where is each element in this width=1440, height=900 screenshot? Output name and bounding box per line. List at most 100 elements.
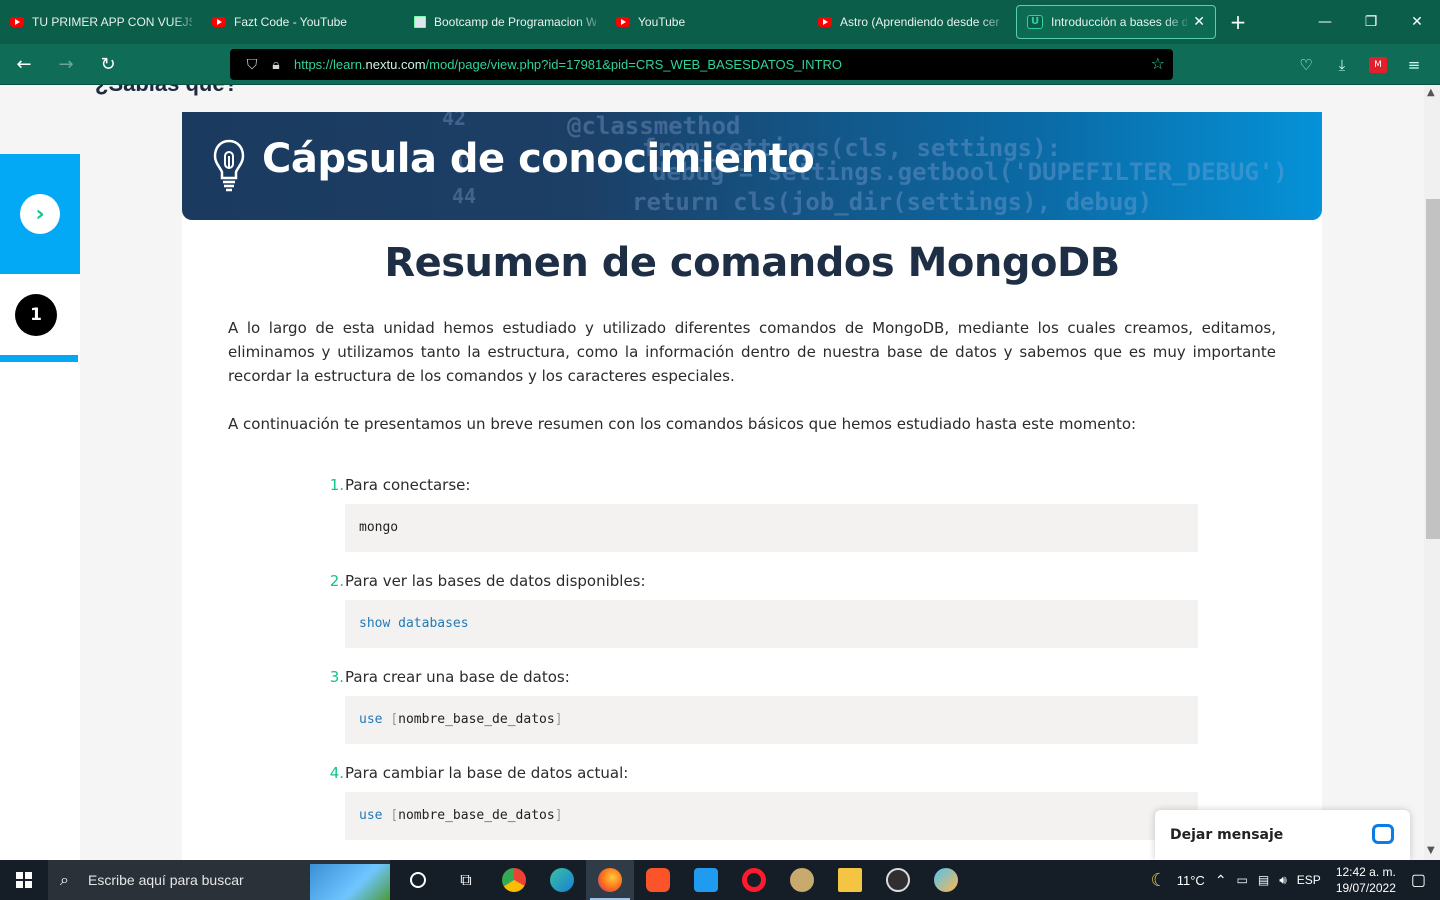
chevron-up-icon[interactable]: ⌃ — [1210, 872, 1232, 889]
tab-label: Bootcamp de Programacion W — [434, 15, 596, 29]
browser-nav-bar: ← → ↻ ⛉ 🔒︎ https://learn.nextu.com/mod/p… — [0, 44, 1440, 85]
browser-tab[interactable]: Astro (Aprendiendo desde cero — [808, 5, 1010, 39]
chevron-right-icon: › — [20, 194, 60, 234]
tab-label: Astro (Aprendiendo desde cero — [840, 15, 1000, 29]
banner-title: Cápsula de conocimiento — [262, 136, 815, 182]
brave-icon[interactable] — [634, 860, 682, 900]
list-number: 4. — [329, 764, 344, 782]
document-icon — [414, 16, 426, 28]
clock-time: 12:42 a. m. — [1335, 865, 1396, 879]
chat-widget[interactable]: Dejar mensaje — [1155, 810, 1410, 860]
tab-label: TU PRIMER APP CON VUEJS - — [32, 15, 192, 29]
pocket-icon[interactable]: ♡ — [1288, 47, 1324, 83]
scroll-up-icon[interactable]: ▲ — [1427, 87, 1435, 98]
youtube-icon — [616, 17, 630, 27]
page-title: Resumen de comandos MongoDB — [384, 240, 1120, 286]
obs-icon[interactable] — [874, 860, 922, 900]
browser-tab[interactable]: TU PRIMER APP CON VUEJS - — [0, 5, 202, 39]
windows-icon — [16, 872, 32, 888]
close-tab-icon[interactable]: ✕ — [1193, 14, 1205, 30]
tab-label: Fazt Code - YouTube — [234, 15, 347, 29]
pinned-apps: ⧉ — [394, 860, 970, 900]
meet-icon[interactable]: ▭ — [1232, 873, 1253, 887]
browser-tab-active[interactable]: U Introducción a bases de dat ✕ — [1016, 5, 1216, 39]
scroll-down-icon[interactable]: ▼ — [1427, 845, 1435, 856]
youtube-icon — [212, 17, 226, 27]
browser-tab[interactable]: Bootcamp de Programacion W — [404, 5, 606, 39]
side-panel: › 1 — [0, 154, 80, 860]
clock[interactable]: 12:42 a. m. 19/07/2022 — [1326, 864, 1406, 896]
restore-icon[interactable]: ❐ — [1348, 0, 1394, 44]
step-number-badge[interactable]: 1 — [15, 294, 57, 336]
league-icon[interactable] — [778, 860, 826, 900]
network-icon[interactable]: ▤ — [1253, 873, 1274, 887]
clock-date: 19/07/2022 — [1335, 881, 1396, 895]
system-tray: ☾ 11°C ⌃ ▭ ▤ 🔊︎ ESP 12:42 a. m. 19/07/20… — [1146, 860, 1440, 900]
lightbulb-icon — [213, 139, 245, 192]
list-number: 2. — [329, 572, 344, 590]
chat-label: Dejar mensaje — [1170, 827, 1284, 843]
browser-tab[interactable]: Fazt Code - YouTube — [202, 5, 404, 39]
search-placeholder: Escribe aquí para buscar — [88, 872, 244, 888]
youtube-icon — [818, 17, 832, 27]
nextu-icon: U — [1027, 15, 1043, 29]
list-number: 3. — [329, 668, 344, 686]
scrollbar-thumb[interactable] — [1426, 199, 1440, 539]
banner-code-line: 44 — [452, 184, 477, 208]
page-scrollbar[interactable]: ▲ ▼ — [1424, 85, 1440, 860]
previous-section-heading: ¿Sabías que? — [95, 85, 238, 97]
lock-icon[interactable]: 🔒︎ — [264, 57, 288, 73]
forward-icon[interactable]: → — [48, 46, 84, 82]
cortana-icon[interactable] — [394, 860, 442, 900]
vscode-icon[interactable] — [682, 860, 730, 900]
list-label: Para crear una base de datos: — [345, 668, 570, 686]
code-block[interactable]: mongo — [345, 504, 1198, 552]
minimize-icon[interactable]: — — [1302, 0, 1348, 44]
edge-icon[interactable] — [538, 860, 586, 900]
list-label: Para ver las bases de datos disponibles: — [345, 572, 646, 590]
bookmark-star-icon[interactable]: ☆ — [1151, 54, 1165, 73]
code-block[interactable]: use [nombre_base_de_datos] — [345, 792, 1198, 840]
opera-icon[interactable] — [730, 860, 778, 900]
download-icon[interactable]: ⤓ — [1324, 47, 1360, 83]
url-text[interactable]: https://learn.nextu.com/mod/page/view.ph… — [294, 57, 842, 72]
search-highlight-image — [310, 864, 390, 900]
notification-icon[interactable]: ▢ — [1406, 870, 1440, 890]
close-icon[interactable]: ✕ — [1394, 0, 1440, 44]
moon-icon[interactable]: ☾ — [1146, 870, 1172, 891]
browser-tab-bar: TU PRIMER APP CON VUEJS - Fazt Code - Yo… — [0, 0, 1440, 44]
tab-label: YouTube — [638, 15, 686, 29]
paint-icon[interactable] — [922, 860, 970, 900]
list-number: 1. — [329, 476, 344, 494]
summary-intro-paragraph: A continuación te presentamos un breve r… — [228, 415, 1137, 433]
firefox-icon[interactable] — [586, 860, 634, 900]
volume-icon[interactable]: 🔊︎ — [1274, 873, 1292, 888]
taskbar-search[interactable]: ⌕ Escribe aquí para buscar — [48, 860, 390, 900]
code-block[interactable]: use [nombre_base_de_datos] — [345, 696, 1198, 744]
content-card: @classmethod from_settings(cls, settings… — [182, 112, 1322, 860]
new-tab-button[interactable]: + — [1216, 10, 1260, 34]
shield-icon[interactable]: ⛉ — [240, 57, 264, 73]
banner-code-line: 42 — [442, 112, 467, 130]
extension-icon[interactable]: M — [1360, 47, 1396, 83]
address-bar[interactable]: ⛉ 🔒︎ https://learn.nextu.com/mod/page/vi… — [230, 49, 1173, 80]
capsule-banner: @classmethod from_settings(cls, settings… — [182, 112, 1322, 220]
code-block[interactable]: show databases — [345, 600, 1198, 648]
chat-bubble-icon — [1372, 824, 1394, 844]
intro-paragraph: A lo largo de esta unidad hemos estudiad… — [228, 319, 1276, 385]
start-button[interactable] — [0, 860, 48, 900]
progress-line — [0, 355, 78, 362]
language-indicator[interactable]: ESP — [1292, 873, 1326, 887]
chrome-icon[interactable] — [490, 860, 538, 900]
toolbar-right: ♡ ⤓ M ≡ — [1288, 44, 1432, 85]
file-explorer-icon[interactable] — [826, 860, 874, 900]
back-icon[interactable]: ← — [6, 46, 42, 82]
window-controls: — ❐ ✕ — [1302, 0, 1440, 44]
weather-temp[interactable]: 11°C — [1172, 873, 1210, 888]
browser-tab[interactable]: YouTube — [606, 5, 808, 39]
menu-icon[interactable]: ≡ — [1396, 47, 1432, 83]
task-view-icon[interactable]: ⧉ — [442, 860, 490, 900]
windows-taskbar: ⌕ Escribe aquí para buscar ⧉ ☾ 11°C ⌃ ▭ … — [0, 860, 1440, 900]
reload-icon[interactable]: ↻ — [90, 46, 126, 82]
sidebar-toggle-button[interactable]: › — [0, 154, 80, 274]
